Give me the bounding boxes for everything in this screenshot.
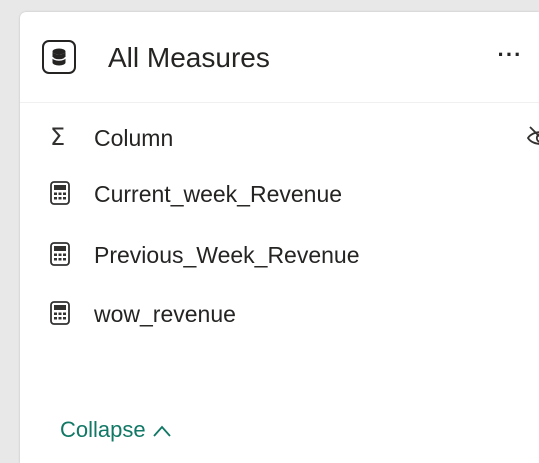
- database-icon: [42, 40, 76, 74]
- calculator-icon: [50, 181, 72, 205]
- field-item-column[interactable]: Σ Column: [50, 117, 539, 157]
- page: All Measures ··· Σ Column Current_week_R…: [0, 0, 539, 463]
- collapse-label: Collapse: [60, 417, 146, 442]
- card-title: All Measures: [108, 42, 270, 73]
- eye-hidden-icon[interactable]: [524, 123, 539, 153]
- field-label: Previous_Week_Revenue: [94, 242, 360, 268]
- field-label: Column: [94, 125, 174, 151]
- chevron-up-icon: [152, 418, 172, 444]
- calculator-icon: [50, 301, 72, 325]
- card-header[interactable]: All Measures ···: [20, 12, 539, 103]
- field-item-wow-revenue[interactable]: wow_revenue: [50, 293, 520, 333]
- field-item-previous-week-revenue[interactable]: Previous_Week_Revenue: [50, 234, 520, 274]
- calculator-icon: [50, 242, 72, 266]
- sigma-icon: Σ: [50, 123, 66, 151]
- more-options-button[interactable]: ···: [492, 40, 528, 76]
- field-label: wow_revenue: [94, 301, 236, 327]
- collapse-button[interactable]: Collapse: [60, 417, 172, 444]
- field-item-current-week-revenue[interactable]: Current_week_Revenue: [50, 173, 520, 213]
- field-label: Current_week_Revenue: [94, 181, 343, 207]
- table-card: All Measures ··· Σ Column Current_week_R…: [20, 12, 539, 463]
